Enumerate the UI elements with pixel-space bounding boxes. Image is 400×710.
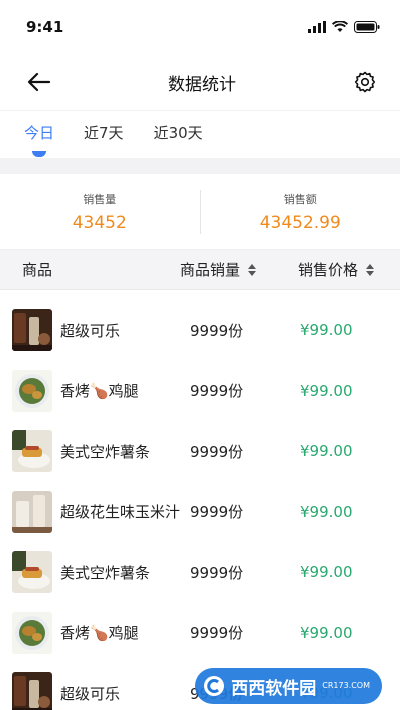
watermark-text: 西西软件园 bbox=[231, 678, 317, 699]
product-name: 超级花生味玉米汁 bbox=[60, 503, 181, 522]
product-thumbnail bbox=[12, 611, 52, 654]
product-name: 香烤🍗鸡腿 bbox=[60, 624, 139, 643]
column-header-price-label: 销售价格 bbox=[298, 261, 359, 279]
sales-amount-value: 43452.99 bbox=[259, 212, 341, 233]
tab-today-label: 今日 bbox=[24, 124, 55, 142]
watermark-logo: 西西软件园 CR173.COM bbox=[195, 668, 382, 704]
sort-icon bbox=[366, 263, 375, 276]
fries-thumbnail-icon bbox=[12, 551, 52, 594]
tab-7-days[interactable]: 近7天 bbox=[84, 122, 124, 147]
section-divider bbox=[0, 158, 400, 174]
wifi-icon bbox=[332, 21, 348, 32]
product-quantity: 9999份 bbox=[190, 563, 244, 582]
active-tab-indicator bbox=[32, 151, 46, 157]
table-row[interactable]: 超级可乐 9999份 ¥99.00 bbox=[0, 300, 400, 361]
page-title: 数据统计 bbox=[168, 74, 236, 95]
status-time: 9:41 bbox=[26, 18, 64, 36]
gear-icon bbox=[354, 71, 376, 93]
sales-count-block: 销售量 43452 bbox=[0, 191, 200, 233]
watermark-icon bbox=[204, 676, 225, 696]
product-price: ¥99.00 bbox=[300, 563, 353, 582]
fries-thumbnail-icon bbox=[12, 430, 52, 473]
chicken-thumbnail-icon bbox=[12, 611, 52, 654]
column-header-price[interactable]: 销售价格 bbox=[278, 259, 400, 280]
table-row[interactable]: 香烤🍗鸡腿 9999份 ¥99.00 bbox=[0, 603, 400, 664]
product-name: 超级可乐 bbox=[60, 684, 121, 703]
product-thumbnail bbox=[12, 309, 52, 352]
product-quantity: 9999份 bbox=[190, 503, 244, 522]
table-row[interactable]: 香烤🍗鸡腿 9999份 ¥99.00 bbox=[0, 361, 400, 422]
column-header-quantity-label: 商品销量 bbox=[180, 261, 241, 279]
settings-button[interactable] bbox=[348, 65, 382, 99]
sales-summary: 销售量 43452 销售额 43452.99 bbox=[0, 174, 400, 250]
product-thumbnail bbox=[12, 551, 52, 594]
product-list: 超级可乐 9999份 ¥99.00 香烤🍗鸡腿 9999份 ¥99.00 美式空炸薯条 999… bbox=[0, 290, 400, 710]
product-name: 美式空炸薯条 bbox=[60, 442, 151, 461]
tab-7-days-label: 近7天 bbox=[84, 124, 124, 142]
product-quantity: 9999份 bbox=[190, 321, 244, 340]
column-header-product: 商品 bbox=[22, 261, 53, 279]
arrow-left-icon bbox=[27, 72, 51, 92]
column-header-quantity[interactable]: 商品销量 bbox=[180, 259, 278, 280]
product-price: ¥99.00 bbox=[300, 321, 353, 340]
cola-thumbnail-icon bbox=[12, 672, 52, 710]
product-price: ¥99.00 bbox=[300, 623, 353, 642]
sort-icon bbox=[248, 263, 257, 276]
product-price: ¥99.00 bbox=[300, 442, 353, 461]
chicken-thumbnail-icon bbox=[12, 369, 52, 412]
battery-icon bbox=[354, 21, 380, 33]
product-name: 超级可乐 bbox=[60, 321, 121, 340]
product-thumbnail bbox=[12, 672, 52, 710]
table-row[interactable]: 超级花生味玉米汁 9999份 ¥99.00 bbox=[0, 482, 400, 543]
period-tabs: 今日 近7天 近30天 bbox=[0, 110, 400, 158]
table-row[interactable]: 美式空炸薯条 9999份 ¥99.00 bbox=[0, 421, 400, 482]
product-thumbnail bbox=[12, 490, 52, 533]
sales-amount-label: 销售额 bbox=[283, 192, 317, 206]
product-quantity: 9999份 bbox=[190, 624, 244, 643]
tab-30-days-label: 近30天 bbox=[153, 124, 203, 142]
sales-amount-block: 销售额 43452.99 bbox=[201, 191, 400, 233]
status-icons bbox=[308, 21, 380, 33]
product-quantity: 9999份 bbox=[190, 382, 244, 401]
product-thumbnail bbox=[12, 369, 52, 412]
product-thumbnail bbox=[12, 430, 52, 473]
sales-count-label: 销售量 bbox=[83, 192, 117, 206]
back-button[interactable] bbox=[22, 65, 56, 99]
product-quantity: 9999份 bbox=[190, 442, 244, 461]
table-header: 商品 商品销量 销售价格 bbox=[0, 250, 400, 290]
cola-thumbnail-icon bbox=[12, 309, 52, 352]
product-price: ¥99.00 bbox=[300, 381, 353, 400]
product-name: 香烤🍗鸡腿 bbox=[60, 382, 139, 401]
product-name: 美式空炸薯条 bbox=[60, 563, 151, 582]
status-bar: 9:41 bbox=[0, 0, 400, 54]
product-price: ¥99.00 bbox=[300, 502, 353, 521]
nav-bar: 数据统计 bbox=[0, 54, 400, 110]
tab-30-days[interactable]: 近30天 bbox=[154, 122, 203, 147]
juice-thumbnail-icon bbox=[12, 490, 52, 533]
table-row[interactable]: 美式空炸薯条 9999份 ¥99.00 bbox=[0, 542, 400, 603]
signal-icon bbox=[308, 21, 326, 33]
tab-today[interactable]: 今日 bbox=[24, 122, 55, 157]
sales-count-value: 43452 bbox=[72, 212, 127, 233]
watermark-subtext: CR173.COM bbox=[322, 681, 370, 690]
